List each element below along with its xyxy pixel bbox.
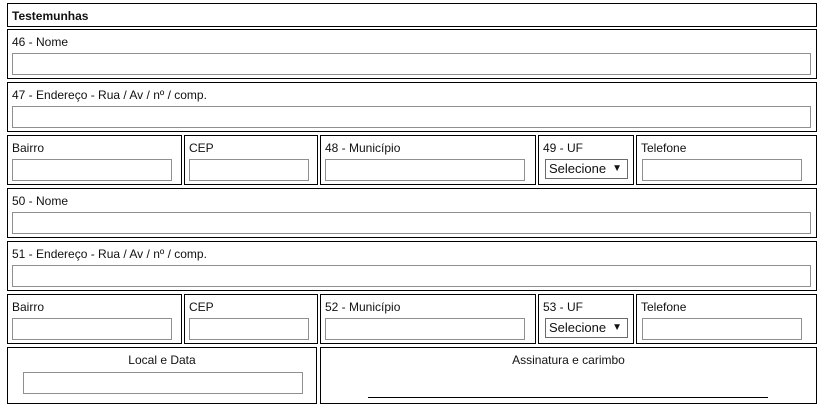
witness1-uf-cell: 49 - UF Selecione ▼	[538, 135, 634, 185]
signature-cell: Assinatura e carimbo	[320, 347, 817, 404]
section-title: Testemunhas	[12, 9, 89, 23]
witness1-telefone-input[interactable]	[642, 159, 802, 181]
witness2-uf-selected: Selecione	[549, 320, 607, 335]
witness2-bairro-input[interactable]	[12, 318, 172, 340]
witness2-cep-input[interactable]	[189, 318, 309, 340]
witness1-municipio-label: 48 - Município	[325, 141, 401, 155]
witness2-cep-label: CEP	[189, 300, 214, 314]
witness1-uf-label: 49 - UF	[543, 141, 584, 155]
triangle-down-icon: ▼	[612, 322, 622, 333]
witness1-telefone-label: Telefone	[641, 141, 687, 155]
witness2-municipio-cell: 52 - Município	[320, 294, 536, 344]
witness1-cep-label: CEP	[189, 141, 214, 155]
witness1-bairro-cell: Bairro	[7, 135, 182, 185]
witness1-name-label: 46 - Nome	[12, 35, 69, 49]
witness1-uf-selected: Selecione	[549, 161, 607, 176]
witness2-address-input[interactable]	[12, 265, 811, 287]
witness1-address-input[interactable]	[12, 106, 811, 128]
witness2-address-cell: 51 - Endereço - Rua / Av / nº / comp.	[7, 241, 817, 291]
witness1-address-label: 47 - Endereço - Rua / Av / nº / comp.	[12, 88, 207, 102]
signature-line	[368, 397, 768, 398]
witness2-address-label: 51 - Endereço - Rua / Av / nº / comp.	[12, 247, 207, 261]
local-data-cell: Local e Data	[7, 347, 317, 404]
local-data-input[interactable]	[23, 372, 303, 394]
witness1-bairro-label: Bairro	[12, 141, 45, 155]
section-header: Testemunhas	[7, 3, 817, 27]
witness1-name-input[interactable]	[12, 53, 811, 75]
witness2-municipio-input[interactable]	[325, 318, 525, 340]
witness2-bairro-cell: Bairro	[7, 294, 182, 344]
witness1-cep-cell: CEP	[184, 135, 318, 185]
signature-label: Assinatura e carimbo	[512, 353, 625, 367]
witness1-uf-select[interactable]: Selecione ▼	[545, 159, 628, 179]
witness1-municipio-cell: 48 - Município	[320, 135, 536, 185]
witness1-address-cell: 47 - Endereço - Rua / Av / nº / comp.	[7, 82, 817, 132]
witness2-telefone-label: Telefone	[641, 300, 687, 314]
witness2-telefone-cell: Telefone	[636, 294, 817, 344]
witness2-uf-cell: 53 - UF Selecione ▼	[538, 294, 634, 344]
witness2-name-cell: 50 - Nome	[7, 188, 817, 238]
witness2-municipio-label: 52 - Município	[325, 300, 401, 314]
witness2-uf-label: 53 - UF	[543, 300, 584, 314]
witness1-cep-input[interactable]	[189, 159, 309, 181]
triangle-down-icon: ▼	[612, 163, 622, 174]
witness2-bairro-label: Bairro	[12, 300, 45, 314]
witness2-telefone-input[interactable]	[642, 318, 802, 340]
witness2-name-input[interactable]	[12, 212, 811, 234]
witness1-municipio-input[interactable]	[325, 159, 525, 181]
local-data-label: Local e Data	[128, 353, 196, 367]
witness1-telefone-cell: Telefone	[636, 135, 817, 185]
witness1-name-cell: 46 - Nome	[7, 29, 817, 79]
witness2-uf-select[interactable]: Selecione ▼	[545, 318, 628, 338]
witness1-bairro-input[interactable]	[12, 159, 172, 181]
witness2-name-label: 50 - Nome	[12, 194, 69, 208]
witness2-cep-cell: CEP	[184, 294, 318, 344]
